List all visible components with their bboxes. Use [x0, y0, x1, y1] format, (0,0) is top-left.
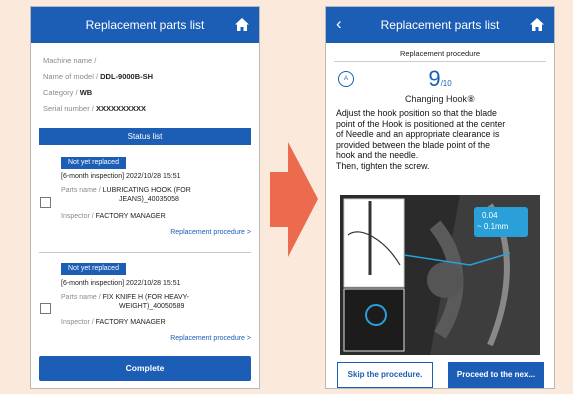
home-icon[interactable]: [530, 18, 544, 31]
step-total: /10: [440, 79, 452, 88]
status-badge: Not yet replaced: [61, 157, 126, 169]
inspection-text: [6-month inspection] 2022/10/28 15:51: [61, 280, 181, 287]
list-item: Not yet replaced [6-month inspection] 20…: [31, 149, 259, 253]
step-counter: 9/10: [326, 66, 554, 92]
header-title: Replacement parts list: [85, 18, 205, 32]
inspector-value: FACTORY MANAGER: [95, 319, 166, 326]
chevron-right-icon: >: [246, 335, 251, 342]
status-badge: Not yet replaced: [61, 263, 126, 275]
list-item: Not yet replaced [6-month inspection] 20…: [31, 255, 259, 359]
app-header: ‹ Replacement parts list: [326, 7, 554, 43]
arrow-right-icon: [270, 142, 318, 257]
link-label: Replacement procedure: [170, 229, 245, 236]
inspector-label: Inspector /: [61, 319, 94, 326]
parts-label: Parts name /: [61, 294, 101, 301]
clearance-value-1: 0.04: [482, 211, 498, 220]
serial-label: Serial number /: [43, 104, 94, 113]
parts-list-screen: Replacement parts list Machine name / Na…: [30, 6, 260, 389]
instruction-line: Adjust the hook position so that the bla…: [336, 108, 497, 118]
parts-value-2: JEANS)_40035058: [119, 196, 179, 203]
step-name: Changing Hook⑧: [404, 94, 476, 104]
parts-label: Parts name /: [61, 187, 101, 194]
instruction-line: hook and the needle.: [336, 150, 419, 161]
instruction-line: provided between the blade point of the: [336, 139, 491, 150]
parts-value-2: WEIGHT)_40050589: [119, 303, 185, 310]
parts-value-1: LUBRICATING HOOK (FOR: [102, 187, 191, 194]
inspector: Inspector / FACTORY MANAGER: [61, 213, 166, 220]
hook-illustration: [340, 195, 540, 355]
instruction-text: Adjust the hook position so that the bla…: [336, 108, 546, 172]
divider: [39, 252, 251, 253]
procedure-screen: ‹ Replacement parts list Replacement pro…: [325, 6, 555, 389]
model-label: Name of model /: [43, 72, 99, 81]
divider: [334, 61, 546, 62]
instruction-line: point of the Hook is positioned at the c…: [336, 118, 506, 129]
skip-procedure-button[interactable]: Skip the procedure.: [337, 362, 433, 388]
instruction-line: of Needle and an appropriate clearance i…: [336, 129, 500, 140]
machine-info: Machine name / Name of model / DDL-9000B…: [43, 53, 153, 117]
inspector-label: Inspector /: [61, 213, 94, 220]
proceed-next-button[interactable]: Proceed to the nex...: [448, 362, 544, 388]
status-list-header: Status list: [39, 128, 251, 145]
replace-checkbox[interactable]: [40, 197, 51, 208]
replacement-procedure-link[interactable]: Replacement procedure >: [170, 229, 251, 236]
inspector: Inspector / FACTORY MANAGER: [61, 319, 166, 326]
clearance-value-2: ~ 0.1mm: [477, 222, 509, 231]
header-title: Replacement parts list: [380, 18, 500, 32]
parts-name: Parts name / FIX KNIFE H (FOR HEAVY-: [61, 294, 189, 301]
category-label: Category /: [43, 88, 78, 97]
replace-checkbox[interactable]: [40, 303, 51, 314]
home-icon[interactable]: [235, 18, 249, 31]
procedure-photo: 0.04 ~ 0.1mm: [340, 195, 540, 355]
link-label: Replacement procedure: [170, 335, 245, 342]
serial-value: XXXXXXXXXX: [95, 104, 146, 113]
inspector-value: FACTORY MANAGER: [95, 213, 166, 220]
procedure-label: Replacement procedure: [399, 49, 481, 58]
parts-name: Parts name / LUBRICATING HOOK (FOR: [61, 187, 191, 194]
category-value: WB: [79, 88, 93, 97]
replacement-procedure-link[interactable]: Replacement procedure >: [170, 335, 251, 342]
inspection-text: [6-month inspection] 2022/10/28 15:51: [61, 173, 181, 180]
model-value: DDL-9000B-SH: [100, 72, 154, 81]
instruction-line: Then, tighten the screw.: [336, 160, 430, 171]
app-header: Replacement parts list: [31, 7, 259, 43]
complete-button[interactable]: Complete: [39, 356, 251, 381]
step-number: 9: [428, 66, 441, 91]
parts-value-1: FIX KNIFE H (FOR HEAVY-: [102, 294, 189, 301]
chevron-right-icon: >: [246, 229, 251, 236]
machine-name-label: Machine name /: [43, 56, 97, 65]
